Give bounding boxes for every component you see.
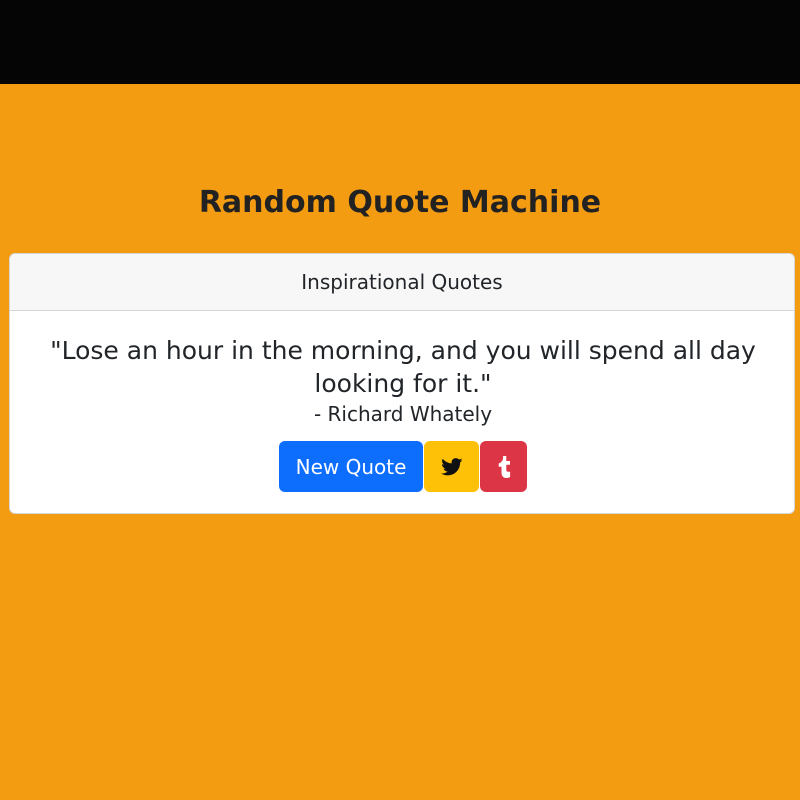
quote-card: Inspirational Quotes "Lose an hour in th… <box>9 253 795 514</box>
tumblr-icon <box>497 455 511 478</box>
button-row: New Quote <box>10 441 794 492</box>
quote-author: - Richard Whately <box>313 402 493 426</box>
twitter-icon <box>440 457 463 476</box>
card-header-label: Inspirational Quotes <box>301 270 503 294</box>
new-quote-label: New Quote <box>295 454 407 479</box>
quote-text: "Lose an hour in the morning, and you wi… <box>50 336 756 398</box>
top-bar <box>0 0 800 84</box>
tweet-quote-button[interactable] <box>424 441 479 492</box>
card-header: Inspirational Quotes <box>10 254 794 311</box>
new-quote-button[interactable]: New Quote <box>279 441 423 492</box>
page-title: Random Quote Machine <box>198 185 602 220</box>
tumblr-quote-button[interactable] <box>480 441 527 492</box>
